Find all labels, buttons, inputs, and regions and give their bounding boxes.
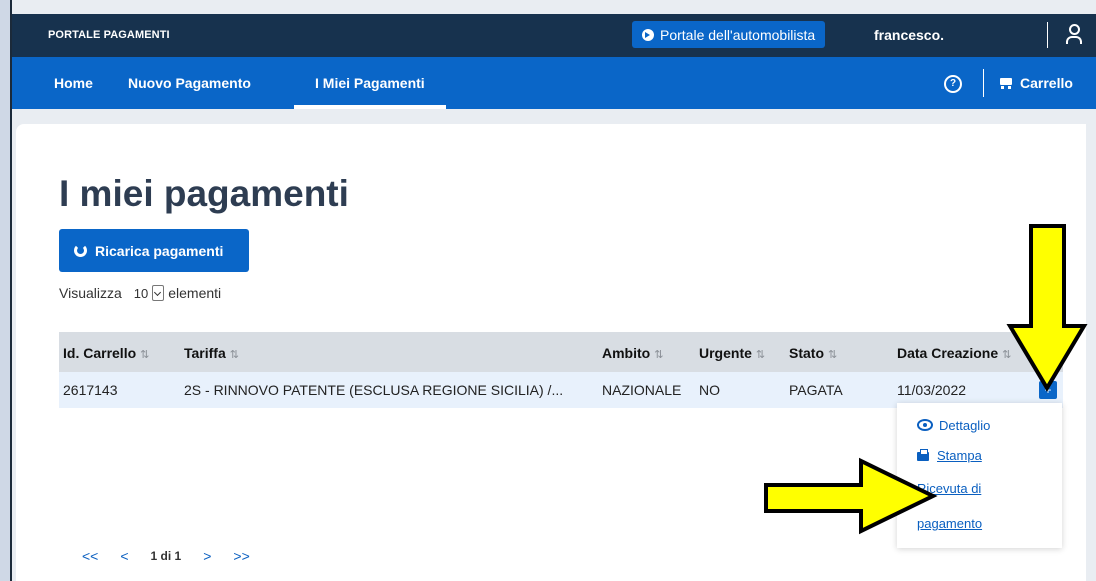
annotation-overlay [764,224,1088,535]
down-arrow-annotation [1006,224,1088,392]
right-arrow-annotation [764,457,938,535]
